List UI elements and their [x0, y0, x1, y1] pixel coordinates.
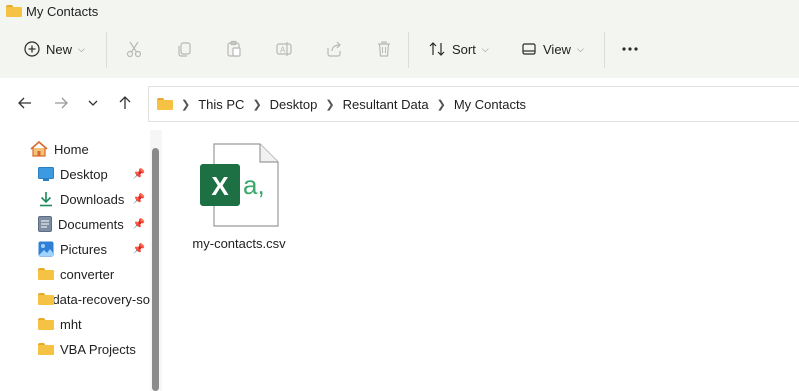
- breadcrumb-chevron-icon: ❯: [436, 98, 446, 111]
- folder-icon: [6, 5, 22, 17]
- sort-button[interactable]: Sort ⌵: [428, 36, 489, 62]
- breadcrumb-chevron-icon: ❯: [252, 98, 262, 111]
- pin-icon[interactable]: 📌: [133, 168, 145, 180]
- sidebar-item-vba-projects[interactable]: VBA Projects: [38, 338, 136, 360]
- navigation-pane: Home Desktop 📌 Downloads 📌 Documents 📌 P…: [0, 138, 150, 391]
- file-name: my-contacts.csv: [192, 236, 286, 251]
- sidebar-item-label: mht: [60, 316, 82, 332]
- sidebar-scrollbar-thumb[interactable]: [152, 148, 159, 391]
- address-row: ❯ This PC ❯ Desktop ❯ Resultant Data ❯ M…: [0, 86, 799, 122]
- sidebar-item-label: Home: [54, 141, 89, 157]
- share-icon[interactable]: [323, 38, 345, 60]
- sidebar-item-pictures[interactable]: Pictures: [38, 238, 107, 260]
- toolbar-divider: [604, 32, 605, 68]
- new-button-label: New: [46, 41, 73, 57]
- window-title: My Contacts: [26, 3, 99, 19]
- view-icon: [522, 43, 536, 55]
- file-item[interactable]: X a, my-contacts.csv: [186, 140, 296, 260]
- excel-csv-icon: X a,: [200, 143, 279, 227]
- up-button[interactable]: [114, 92, 136, 114]
- arrow-right-icon: [55, 97, 68, 109]
- top-bar: My Contacts New ⌵ A Sort ⌵ View ⌵: [0, 0, 799, 78]
- excel-letter: X: [211, 171, 229, 201]
- chevron-down-icon: [88, 100, 98, 106]
- folder-icon: [38, 293, 55, 305]
- breadcrumb-this-pc[interactable]: This PC: [198, 97, 244, 112]
- home-icon: [30, 141, 48, 157]
- back-button[interactable]: [14, 92, 36, 114]
- pin-icon[interactable]: 📌: [133, 218, 145, 230]
- breadcrumb-chevron-icon: ❯: [325, 98, 335, 111]
- sidebar-item-downloads[interactable]: Downloads: [38, 188, 124, 210]
- sidebar-item-label: converter: [60, 266, 115, 282]
- sidebar-item-label: Documents: [58, 216, 124, 232]
- more-icon[interactable]: [619, 38, 641, 60]
- folder-icon: [38, 343, 54, 355]
- sidebar-item-label: data-recovery-so: [52, 291, 150, 307]
- documents-icon: [38, 216, 52, 232]
- chevron-down-icon: ⌵: [576, 43, 584, 54]
- downloads-icon: [40, 192, 52, 207]
- window-title-bar: My Contacts: [6, 2, 98, 20]
- command-bar: New ⌵ A Sort ⌵ View ⌵: [0, 26, 799, 74]
- arrow-up-icon: [119, 96, 131, 109]
- forward-button[interactable]: [50, 92, 72, 114]
- folder-icon: [38, 268, 54, 280]
- sidebar-item-label: VBA Projects: [60, 341, 136, 357]
- sidebar-item-desktop[interactable]: Desktop: [38, 163, 108, 185]
- csv-mark: a,: [243, 170, 265, 200]
- sidebar-item-converter[interactable]: converter: [38, 263, 114, 285]
- arrow-left-icon: [18, 97, 31, 109]
- new-button[interactable]: New ⌵: [24, 36, 85, 62]
- folder-icon: [157, 98, 173, 110]
- chevron-down-icon: ⌵: [481, 43, 489, 54]
- plus-circle-icon: [24, 41, 40, 57]
- sidebar-item-mht[interactable]: mht: [38, 313, 82, 335]
- pictures-icon: [38, 241, 54, 257]
- sidebar-item-documents[interactable]: Documents: [38, 213, 124, 235]
- breadcrumb-resultant-data[interactable]: Resultant Data: [343, 97, 429, 112]
- desktop-icon: [38, 167, 54, 181]
- folder-icon: [38, 318, 54, 330]
- svg-text:A: A: [280, 46, 286, 55]
- breadcrumb-chevron-icon: ❯: [181, 98, 191, 111]
- pin-icon[interactable]: 📌: [133, 193, 145, 205]
- recent-locations-button[interactable]: [82, 92, 104, 114]
- sort-icon: [429, 42, 445, 56]
- sort-button-label: Sort: [452, 41, 476, 57]
- breadcrumb-my-contacts[interactable]: My Contacts: [454, 97, 526, 112]
- copy-icon[interactable]: [173, 38, 195, 60]
- pin-icon[interactable]: 📌: [133, 243, 145, 255]
- rename-icon[interactable]: A: [273, 38, 295, 60]
- breadcrumb-desktop[interactable]: Desktop: [270, 97, 318, 112]
- delete-icon[interactable]: [373, 38, 395, 60]
- sidebar-item-data-recovery[interactable]: data-recovery-so: [38, 288, 150, 310]
- view-button[interactable]: View ⌵: [521, 36, 584, 62]
- sidebar-item-label: Desktop: [60, 166, 108, 182]
- sidebar-item-label: Downloads: [60, 191, 125, 207]
- address-bar[interactable]: ❯ This PC ❯ Desktop ❯ Resultant Data ❯ M…: [148, 86, 799, 122]
- toolbar-divider: [408, 32, 409, 68]
- toolbar-divider: [106, 32, 107, 68]
- sidebar-item-label: Pictures: [60, 241, 107, 257]
- paste-icon[interactable]: [223, 38, 245, 60]
- cut-icon[interactable]: [123, 38, 145, 60]
- chevron-down-icon: ⌵: [78, 43, 85, 54]
- view-button-label: View: [543, 41, 571, 57]
- sidebar-item-home[interactable]: Home: [30, 138, 89, 160]
